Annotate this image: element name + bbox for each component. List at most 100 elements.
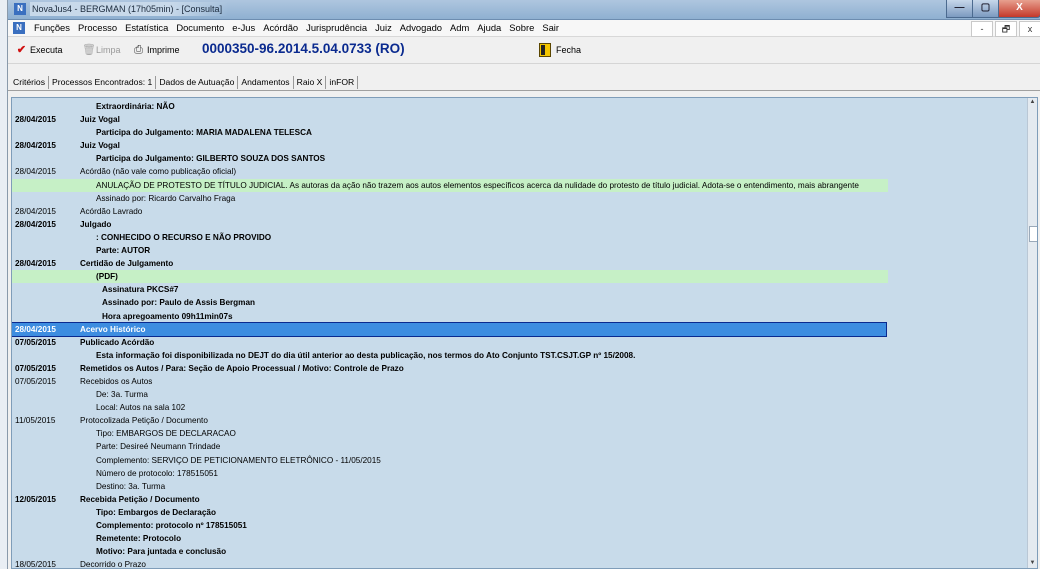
app-icon: N — [14, 3, 26, 15]
list-item[interactable]: Assinado por: Ricardo Carvalho Fraga — [12, 192, 1028, 205]
row-text: Acervo Histórico — [80, 324, 146, 334]
list-item[interactable]: Local: Autos na sala 102 — [12, 401, 1028, 414]
menu-item[interactable]: Adm — [446, 20, 473, 36]
list-item[interactable]: 28/04/2015 Juiz Vogal — [12, 113, 1028, 126]
list-item[interactable]: : CONHECIDO O RECURSO E NÃO PROVIDO — [12, 231, 1028, 244]
list-item[interactable]: Participa do Julgamento: MARIA MADALENA … — [12, 126, 1028, 139]
execute-button[interactable]: ✔ Executa — [16, 42, 63, 58]
row-date: 28/04/2015 — [15, 115, 56, 125]
menu-item[interactable]: Ajuda — [473, 20, 505, 36]
andamentos-panel[interactable]: Extraordinária: NÃO 28/04/2015 Juiz Vogal P… — [11, 97, 1038, 569]
scroll-thumb[interactable] — [1029, 226, 1037, 242]
row-text: Participa do Julgamento: MARIA MADALENA … — [96, 128, 312, 138]
list-item[interactable]: Complemento: protocolo nº 178515051 — [12, 519, 1028, 532]
list-item[interactable]: 28/04/2015 Acórdão (não vale como publica… — [12, 165, 1028, 178]
list-item[interactable]: (PDF) — [12, 270, 888, 284]
menu-item[interactable]: Estatística — [121, 20, 172, 36]
execute-label: Executa — [30, 45, 63, 55]
trash-icon: 🗑 — [82, 43, 96, 56]
row-text: Complemento: SERVIÇO DE PETICIONAMENTO E… — [96, 455, 381, 465]
tab[interactable]: Andamentos — [238, 76, 294, 89]
mdi-restore-button[interactable]: 🗗 — [995, 21, 1017, 37]
row-text: Decorrido o Prazo — [80, 560, 146, 569]
list-item[interactable]: 28/04/2015 Certidão de Julgamento — [12, 257, 1028, 270]
menu-item[interactable]: Processo — [74, 20, 121, 36]
minimize-button[interactable]: — — [946, 0, 973, 18]
row-text: ANULAÇÃO DE PROTESTO DE TÍTULO JUDICIAL.… — [96, 180, 859, 190]
row-text: Juiz Vogal — [80, 141, 120, 151]
scroll-up-arrow-icon[interactable]: ▲ — [1028, 98, 1037, 107]
close-label: Fecha — [556, 45, 582, 55]
tab-divider — [8, 90, 1040, 91]
menu-item[interactable]: Sair — [538, 20, 563, 36]
print-label: Imprime — [147, 45, 180, 55]
list-item[interactable]: Parte: Desireé Neumann Trindade — [12, 440, 1028, 453]
document-icon[interactable]: N — [13, 22, 25, 34]
row-text: Esta informação foi disponibilizada no D… — [96, 350, 636, 360]
tab[interactable]: Critérios — [10, 76, 49, 89]
title-bar[interactable]: N NovaJus4 - BERGMAN (17h05min) - [Consu… — [8, 0, 1040, 20]
list-item[interactable]: 18/05/2015 Decorrido o Prazo — [12, 558, 1028, 569]
menu-item[interactable]: Funções — [30, 20, 74, 36]
list-item[interactable]: 28/04/2015 Juiz Vogal — [12, 139, 1028, 152]
print-button[interactable]: ⎙ Imprime — [133, 42, 180, 58]
list-item[interactable]: 07/05/2015 Publicado Acórdão — [12, 336, 1028, 349]
list-item[interactable]: 11/05/2015 Protocolizada Petição / Docume… — [12, 414, 1028, 427]
row-text: Local: Autos na sala 102 — [96, 403, 186, 413]
row-text: Recebida Petição / Documento — [80, 494, 200, 504]
close-button[interactable]: Fecha — [539, 43, 581, 57]
tab[interactable]: Dados de Autuação — [156, 76, 239, 89]
list-item[interactable]: Complemento: SERVIÇO DE PETICIONAMENTO E… — [12, 454, 1028, 467]
row-text: Juiz Vogal — [80, 115, 120, 125]
mdi-minimize-button[interactable]: - — [971, 21, 993, 37]
menu-item[interactable]: Sobre — [505, 20, 538, 36]
list-item[interactable]: 07/05/2015 Recebidos os Autos — [12, 375, 1028, 388]
printer-icon: ⎙ — [134, 43, 143, 56]
list-item[interactable]: Participa do Julgamento: GILBERTO SOUZA … — [12, 152, 1028, 165]
tab[interactable]: Raio X — [294, 76, 327, 89]
mdi-close-button[interactable]: x — [1019, 21, 1040, 37]
app-window: N NovaJus4 - BERGMAN (17h05min) - [Consu… — [7, 0, 1040, 569]
maximize-button[interactable]: ▢ — [972, 0, 999, 18]
list-item[interactable]: Esta informação foi disponibilizada no D… — [12, 349, 1028, 362]
list-item[interactable]: 12/05/2015 Recebida Petição / Documento — [12, 493, 1028, 506]
list-item[interactable]: De: 3a. Turma — [12, 388, 1028, 401]
close-window-button[interactable]: X — [998, 0, 1040, 18]
row-date: 07/05/2015 — [15, 363, 56, 373]
list-item[interactable]: Extraordinária: NÃO — [12, 100, 1028, 113]
row-text: Motivo: Para juntada e conclusão — [96, 547, 227, 557]
menu-item[interactable]: Advogado — [396, 20, 446, 36]
list-item[interactable]: Assinado por: Paulo de Assis Bergman — [12, 296, 1028, 309]
list-item[interactable]: Destino: 3a. Turma — [12, 480, 1028, 493]
clear-button[interactable]: 🗑 Limpa — [82, 42, 121, 58]
list-item[interactable]: Hora apregoamento 09h11min07s — [12, 310, 1028, 323]
list-item[interactable]: Assinatura PKCS#7 — [12, 283, 1028, 296]
list-item[interactable]: 28/04/2015 Acervo Histórico — [12, 321, 887, 337]
list-item[interactable]: Tipo: EMBARGOS DE DECLARACAO — [12, 427, 1028, 440]
vertical-scrollbar[interactable]: ▲ ▼ — [1027, 98, 1037, 568]
row-date: 28/04/2015 — [15, 259, 56, 269]
list-item[interactable]: Tipo: Embargos de Declaração — [12, 506, 1028, 519]
list-item[interactable]: 28/04/2015 Julgado — [12, 218, 1028, 231]
list-item[interactable]: 28/04/2015 Acórdão Lavrado — [12, 205, 1028, 218]
row-text: Assinado por: Paulo de Assis Bergman — [102, 298, 256, 308]
tab[interactable]: inFOR — [326, 76, 359, 89]
list-item[interactable]: Motivo: Para juntada e conclusão — [12, 545, 1028, 558]
row-text: Protocolizada Petição / Documento — [80, 416, 208, 426]
row-text: (PDF) — [96, 272, 118, 282]
tab-strip: Critérios Processos Encontrados: 1 Dados d… — [8, 64, 1040, 94]
menu-item[interactable]: Documento — [172, 20, 228, 36]
list-item[interactable]: 07/05/2015 Remetidos os Autos / Para: Seç… — [12, 362, 1028, 375]
menu-item[interactable]: Acórdão — [259, 20, 302, 36]
list-item[interactable]: ANULAÇÃO DE PROTESTO DE TÍTULO JUDICIAL.… — [12, 178, 888, 192]
tab[interactable]: Processos Encontrados: 1 — [49, 76, 157, 89]
list-item[interactable]: Remetente: Protocolo — [12, 532, 1028, 545]
scroll-down-arrow-icon[interactable]: ▼ — [1028, 559, 1037, 568]
menu-item[interactable]: Jurisprudência — [302, 20, 371, 36]
row-text: Complemento: protocolo nº 178515051 — [96, 521, 247, 530]
menu-items: Funções Processo Estatística Documento e-Jus… — [30, 20, 563, 36]
list-item[interactable]: Número de protocolo: 178515051 — [12, 467, 1028, 480]
menu-item[interactable]: e-Jus — [228, 20, 259, 36]
menu-item[interactable]: Juiz — [371, 20, 396, 36]
list-item[interactable]: Parte: AUTOR — [12, 244, 1028, 257]
